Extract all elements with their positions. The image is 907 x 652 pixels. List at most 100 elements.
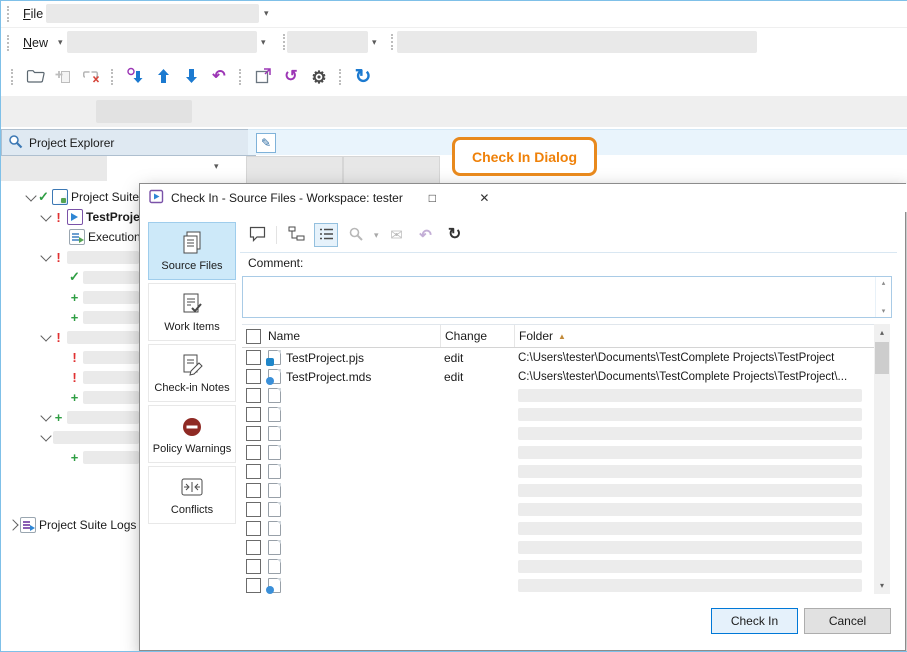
table-row[interactable] <box>242 424 874 443</box>
row-checkbox[interactable] <box>246 578 261 593</box>
settings-button[interactable]: ⚙ <box>308 63 330 91</box>
chevron-down-icon[interactable]: ▾ <box>214 162 219 171</box>
disconnect-button[interactable] <box>80 63 102 91</box>
tree-item[interactable]: ! <box>5 247 139 267</box>
sidebar-item-check-in-notes[interactable]: Check-in Notes <box>148 344 236 402</box>
tree-expander-icon[interactable] <box>40 210 51 221</box>
toolbar-grip[interactable] <box>111 69 115 85</box>
row-checkbox[interactable] <box>246 464 261 479</box>
close-button[interactable]: ✕ <box>462 184 507 212</box>
row-checkbox[interactable] <box>246 350 261 365</box>
toolbar-field[interactable] <box>67 31 257 53</box>
tree-item[interactable]: ✓ <box>5 267 139 287</box>
row-checkbox[interactable] <box>246 445 261 460</box>
tree-item[interactable]: ✓Project Suite 'Te <box>5 187 139 207</box>
tree-expander-icon[interactable] <box>40 250 51 261</box>
tree-item[interactable]: ! <box>5 327 139 347</box>
scroll-up-icon[interactable]: ▴ <box>882 279 886 287</box>
table-row[interactable] <box>242 443 874 462</box>
checkin-button[interactable] <box>152 63 174 91</box>
open-button[interactable] <box>24 63 46 91</box>
row-checkbox[interactable] <box>246 426 261 441</box>
tree-item[interactable]: ! <box>5 347 139 367</box>
dialog-titlebar[interactable]: Check In - Source Files - Workspace: tes… <box>140 184 907 212</box>
toolbar-field[interactable] <box>397 31 757 53</box>
maximize-button[interactable]: □ <box>410 184 455 212</box>
project-explorer-header[interactable]: Project Explorer <box>1 129 256 156</box>
refresh-button[interactable]: ↻ <box>352 63 374 91</box>
tree-item[interactable]: + <box>5 287 139 307</box>
tree-expander-icon[interactable] <box>25 190 36 201</box>
tree-expander-icon[interactable] <box>7 519 18 530</box>
history-button[interactable]: ↺ <box>280 63 302 91</box>
undo-pending-button[interactable]: ↶ <box>208 63 230 91</box>
refresh-button[interactable]: ↻ <box>444 224 466 246</box>
new-button[interactable]: New ▾ <box>17 36 63 50</box>
toolbar-grip[interactable] <box>239 69 243 85</box>
comment-button[interactable] <box>246 224 268 246</box>
scroll-down-icon[interactable]: ▾ <box>874 577 890 594</box>
row-checkbox[interactable] <box>246 407 261 422</box>
sidebar-item-source-files[interactable]: Source Files <box>148 222 236 280</box>
toolbar-grip[interactable] <box>391 34 395 50</box>
list-view-button[interactable] <box>314 223 338 247</box>
scroll-down-icon[interactable]: ▾ <box>882 307 886 315</box>
toolbar-grip[interactable] <box>7 35 11 51</box>
table-row[interactable] <box>242 576 874 595</box>
sidebar-item-conflicts[interactable]: Conflicts <box>148 466 236 524</box>
scrollbar-thumb[interactable] <box>875 342 889 374</box>
sidebar-item-policy-warnings[interactable]: Policy Warnings <box>148 405 236 463</box>
tree-item[interactable]: ! <box>5 367 139 387</box>
tree-item-project-suite-logs[interactable]: Project Suite Logs <box>9 515 139 535</box>
chevron-down-icon[interactable]: ▾ <box>264 9 269 18</box>
mail-button[interactable]: ✉ <box>386 224 408 246</box>
collapsed-menu-field[interactable] <box>46 4 259 23</box>
chevron-down-icon[interactable]: ▾ <box>261 38 266 47</box>
get-latest-button[interactable] <box>124 63 146 91</box>
tree-item[interactable]: !TestProjec <box>5 207 139 227</box>
row-checkbox[interactable] <box>246 483 261 498</box>
sidebar-item-work-items[interactable]: Work Items <box>148 283 236 341</box>
table-row[interactable] <box>242 500 874 519</box>
comment-input[interactable] <box>243 277 875 317</box>
explorer-toolbar-field[interactable] <box>1 156 107 181</box>
toolbar-grip[interactable] <box>11 69 15 85</box>
table-row[interactable] <box>242 405 874 424</box>
toolbar-band-tab[interactable] <box>96 100 192 123</box>
table-row[interactable]: TestProject.mdseditC:\Users\tester\Docum… <box>242 367 874 386</box>
tree-item[interactable]: + <box>5 387 139 407</box>
undo-button[interactable]: ↶ <box>415 224 437 246</box>
checkout-button[interactable] <box>180 63 202 91</box>
tree-item[interactable]: Execution P <box>5 227 139 247</box>
row-checkbox[interactable] <box>246 559 261 574</box>
chevron-down-icon[interactable]: ▾ <box>372 38 377 47</box>
tree-view-button[interactable] <box>285 224 307 246</box>
cancel-button[interactable]: Cancel <box>804 608 891 634</box>
row-checkbox[interactable] <box>246 540 261 555</box>
toolbar-grip[interactable] <box>339 69 343 85</box>
table-row[interactable] <box>242 481 874 500</box>
row-checkbox[interactable] <box>246 388 261 403</box>
edit-form-icon[interactable]: ✎ <box>256 133 276 153</box>
select-all-checkbox[interactable] <box>246 329 261 344</box>
tree-item[interactable]: + <box>5 407 139 427</box>
find-button[interactable] <box>345 224 367 246</box>
table-row[interactable] <box>242 557 874 576</box>
table-row[interactable] <box>242 386 874 405</box>
table-scrollbar[interactable]: ▴ ▾ <box>874 324 890 594</box>
tree-item[interactable]: + <box>5 447 139 467</box>
tree-item[interactable]: + <box>5 307 139 327</box>
column-header-folder[interactable]: Folder▲ <box>514 325 874 347</box>
row-checkbox[interactable] <box>246 521 261 536</box>
column-header-change[interactable]: Change <box>440 325 514 347</box>
row-checkbox[interactable] <box>246 369 261 384</box>
add-button[interactable] <box>52 63 74 91</box>
chevron-down-icon[interactable]: ▾ <box>374 231 379 240</box>
tree-expander-icon[interactable] <box>40 410 51 421</box>
table-row[interactable] <box>242 462 874 481</box>
table-row[interactable] <box>242 538 874 557</box>
menu-file[interactable]: File <box>23 7 43 21</box>
tree-expander-icon[interactable] <box>40 330 51 341</box>
comment-scrollbar[interactable]: ▴ ▾ <box>875 277 891 317</box>
toolbar-field[interactable] <box>287 31 368 53</box>
